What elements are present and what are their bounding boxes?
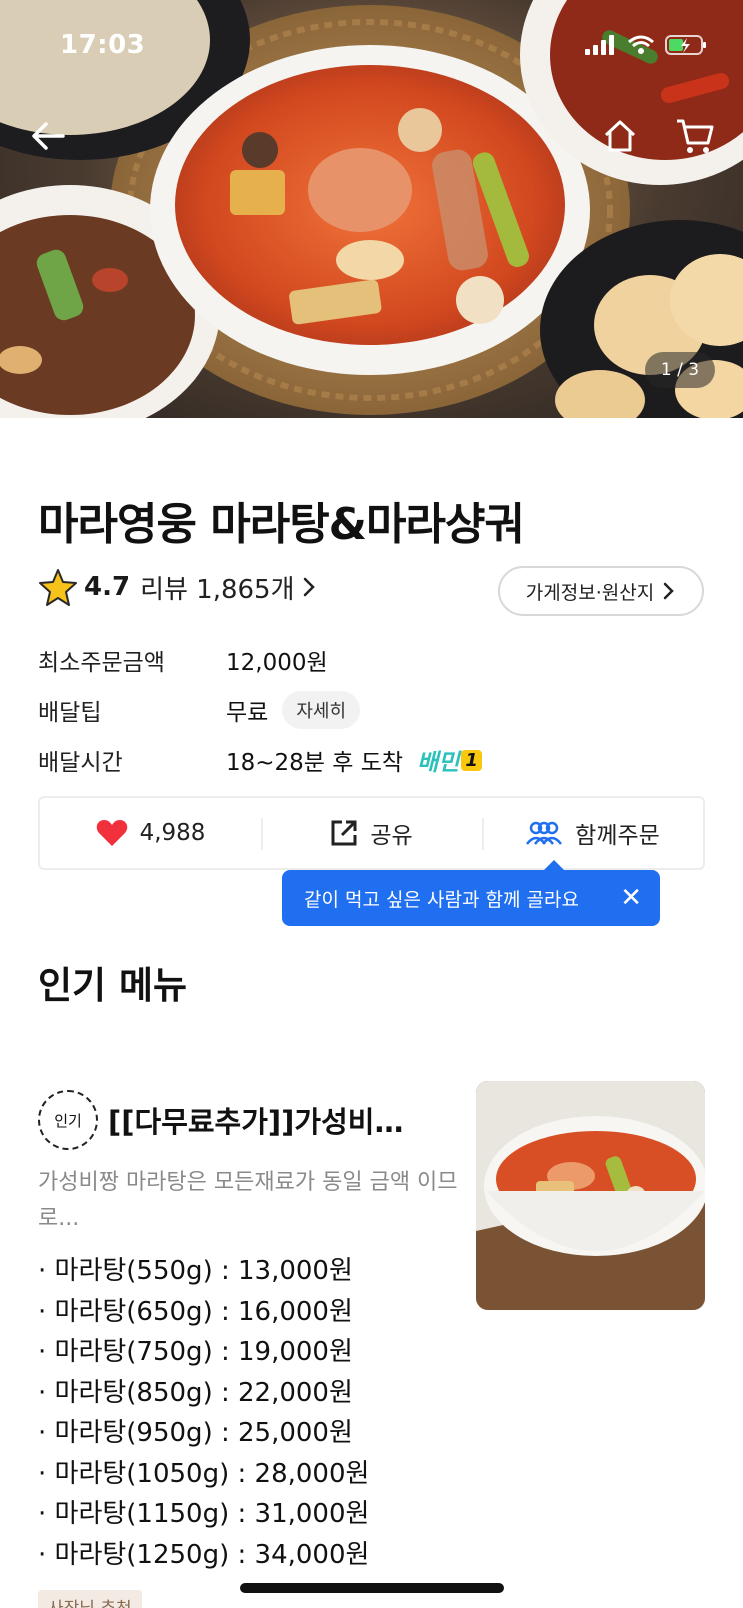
menu-thumbnail [476, 1081, 705, 1310]
back-button[interactable] [24, 112, 72, 160]
rating-score: 4.7 [84, 572, 131, 602]
delivery-tip-row: 배달팁 무료 자세히 [38, 690, 361, 730]
popular-badge: 인기 [38, 1090, 98, 1150]
store-name: 마라영웅 마라탕&마라샹궈 [38, 499, 525, 550]
menu-photo [476, 1081, 705, 1310]
cart-icon [677, 119, 714, 153]
store-info-label: 가게정보·원산지 [525, 581, 655, 604]
menu-description: 가성비짱 마라탕은 모든재료가 동일 금액 이므로... [38, 1170, 458, 1231]
price-item: · 마라탕(750g) : 19,000원 [38, 1337, 353, 1367]
group-order-button[interactable]: 함께주문 [482, 798, 703, 868]
popular-menu-title: 인기 메뉴 [38, 964, 188, 1007]
price-list: · 마라탕(550g) : 13,000원 · 마라탕(650g) : 16,0… [38, 1251, 369, 1575]
close-icon[interactable]: ✕ [620, 885, 642, 911]
tip-detail-button[interactable]: 자세히 [282, 691, 361, 729]
baemin-text: 배민 [417, 750, 460, 776]
home-icon [604, 120, 636, 152]
owner-recommend-tag: 사장님 추천 [38, 1590, 142, 1608]
baemin-number: 1 [461, 749, 482, 771]
share-label: 공유 [370, 823, 413, 849]
rating-review-link[interactable]: 4.7 리뷰 1,865개 [38, 568, 317, 606]
signal-icon [585, 35, 614, 55]
hero-image-carousel[interactable]: 17:03 1 / 3 [0, 0, 743, 418]
battery-icon [665, 35, 706, 55]
status-icons [585, 34, 707, 56]
heart-icon [96, 820, 127, 846]
delivery-time-label: 배달시간 [38, 750, 123, 776]
store-info-origin-button[interactable]: 가게정보·원산지 [498, 566, 704, 616]
cart-button[interactable] [671, 112, 719, 160]
chevron-right-icon [663, 582, 674, 600]
price-item: · 마라탕(850g) : 22,000원 [38, 1377, 353, 1408]
delivery-time-value: 18~28분 후 도착 [226, 750, 404, 776]
delivery-time-value-group: 18~28분 후 도착 배민 1 [226, 743, 482, 777]
menu-name: [[다무료추가]]가성비… [108, 1105, 404, 1139]
delivery-tip-label: 배달팁 [38, 700, 102, 726]
min-order-value: 12,000원 [226, 650, 328, 676]
like-button[interactable]: 4,988 [40, 798, 261, 868]
share-icon [331, 820, 357, 846]
action-bar: 4,988 공유 함께주문 [38, 796, 705, 870]
back-arrow-icon [32, 122, 65, 150]
chevron-right-icon [303, 577, 315, 597]
review-count: 리뷰 1,865개 [140, 574, 295, 605]
food-photo [0, 0, 743, 418]
delivery-tip-value-group: 무료 자세히 [226, 691, 361, 729]
price-item: · 마라탕(950g) : 25,000원 [38, 1418, 353, 1448]
wifi-icon [628, 35, 654, 54]
group-order-label: 함께주문 [575, 823, 660, 849]
price-item: · 마라탕(550g) : 13,000원 [38, 1256, 353, 1286]
min-order-label: 최소주문금액 [38, 650, 165, 676]
home-indicator [240, 1583, 504, 1593]
group-icon [526, 821, 563, 845]
status-time: 17:03 [60, 30, 146, 60]
price-item: · 마라탕(1050g) : 28,000원 [38, 1458, 370, 1489]
share-button[interactable]: 공유 [261, 798, 482, 868]
image-counter: 1 / 3 [645, 352, 715, 388]
home-button[interactable] [596, 112, 644, 160]
group-order-tooltip: 같이 먹고 싶은 사람과 함께 골라요 ✕ [282, 860, 660, 926]
like-count: 4,988 [139, 820, 206, 846]
menu-header: 인기 [[다무료추가]]가성비… [38, 1090, 403, 1150]
delivery-time-row: 배달시간 18~28분 후 도착 배민 1 [38, 740, 482, 780]
min-order-row: 최소주문금액 12,000원 [38, 640, 328, 680]
price-item: · 마라탕(1150g) : 31,000원 [38, 1499, 370, 1529]
delivery-tip-value: 무료 [226, 700, 269, 726]
tooltip-text: 같이 먹고 싶은 사람과 함께 골라요 [304, 888, 579, 911]
price-item: · 마라탕(1250g) : 34,000원 [38, 1539, 370, 1570]
star-icon [39, 569, 77, 606]
menu-item[interactable]: 인기 [[다무료추가]]가성비… 가성비짱 마라탕은 모든재료가 동일 금액 이… [38, 1081, 705, 1608]
baemin-one-logo: 배민 1 [417, 743, 482, 777]
price-item: · 마라탕(650g) : 16,000원 [38, 1296, 353, 1327]
